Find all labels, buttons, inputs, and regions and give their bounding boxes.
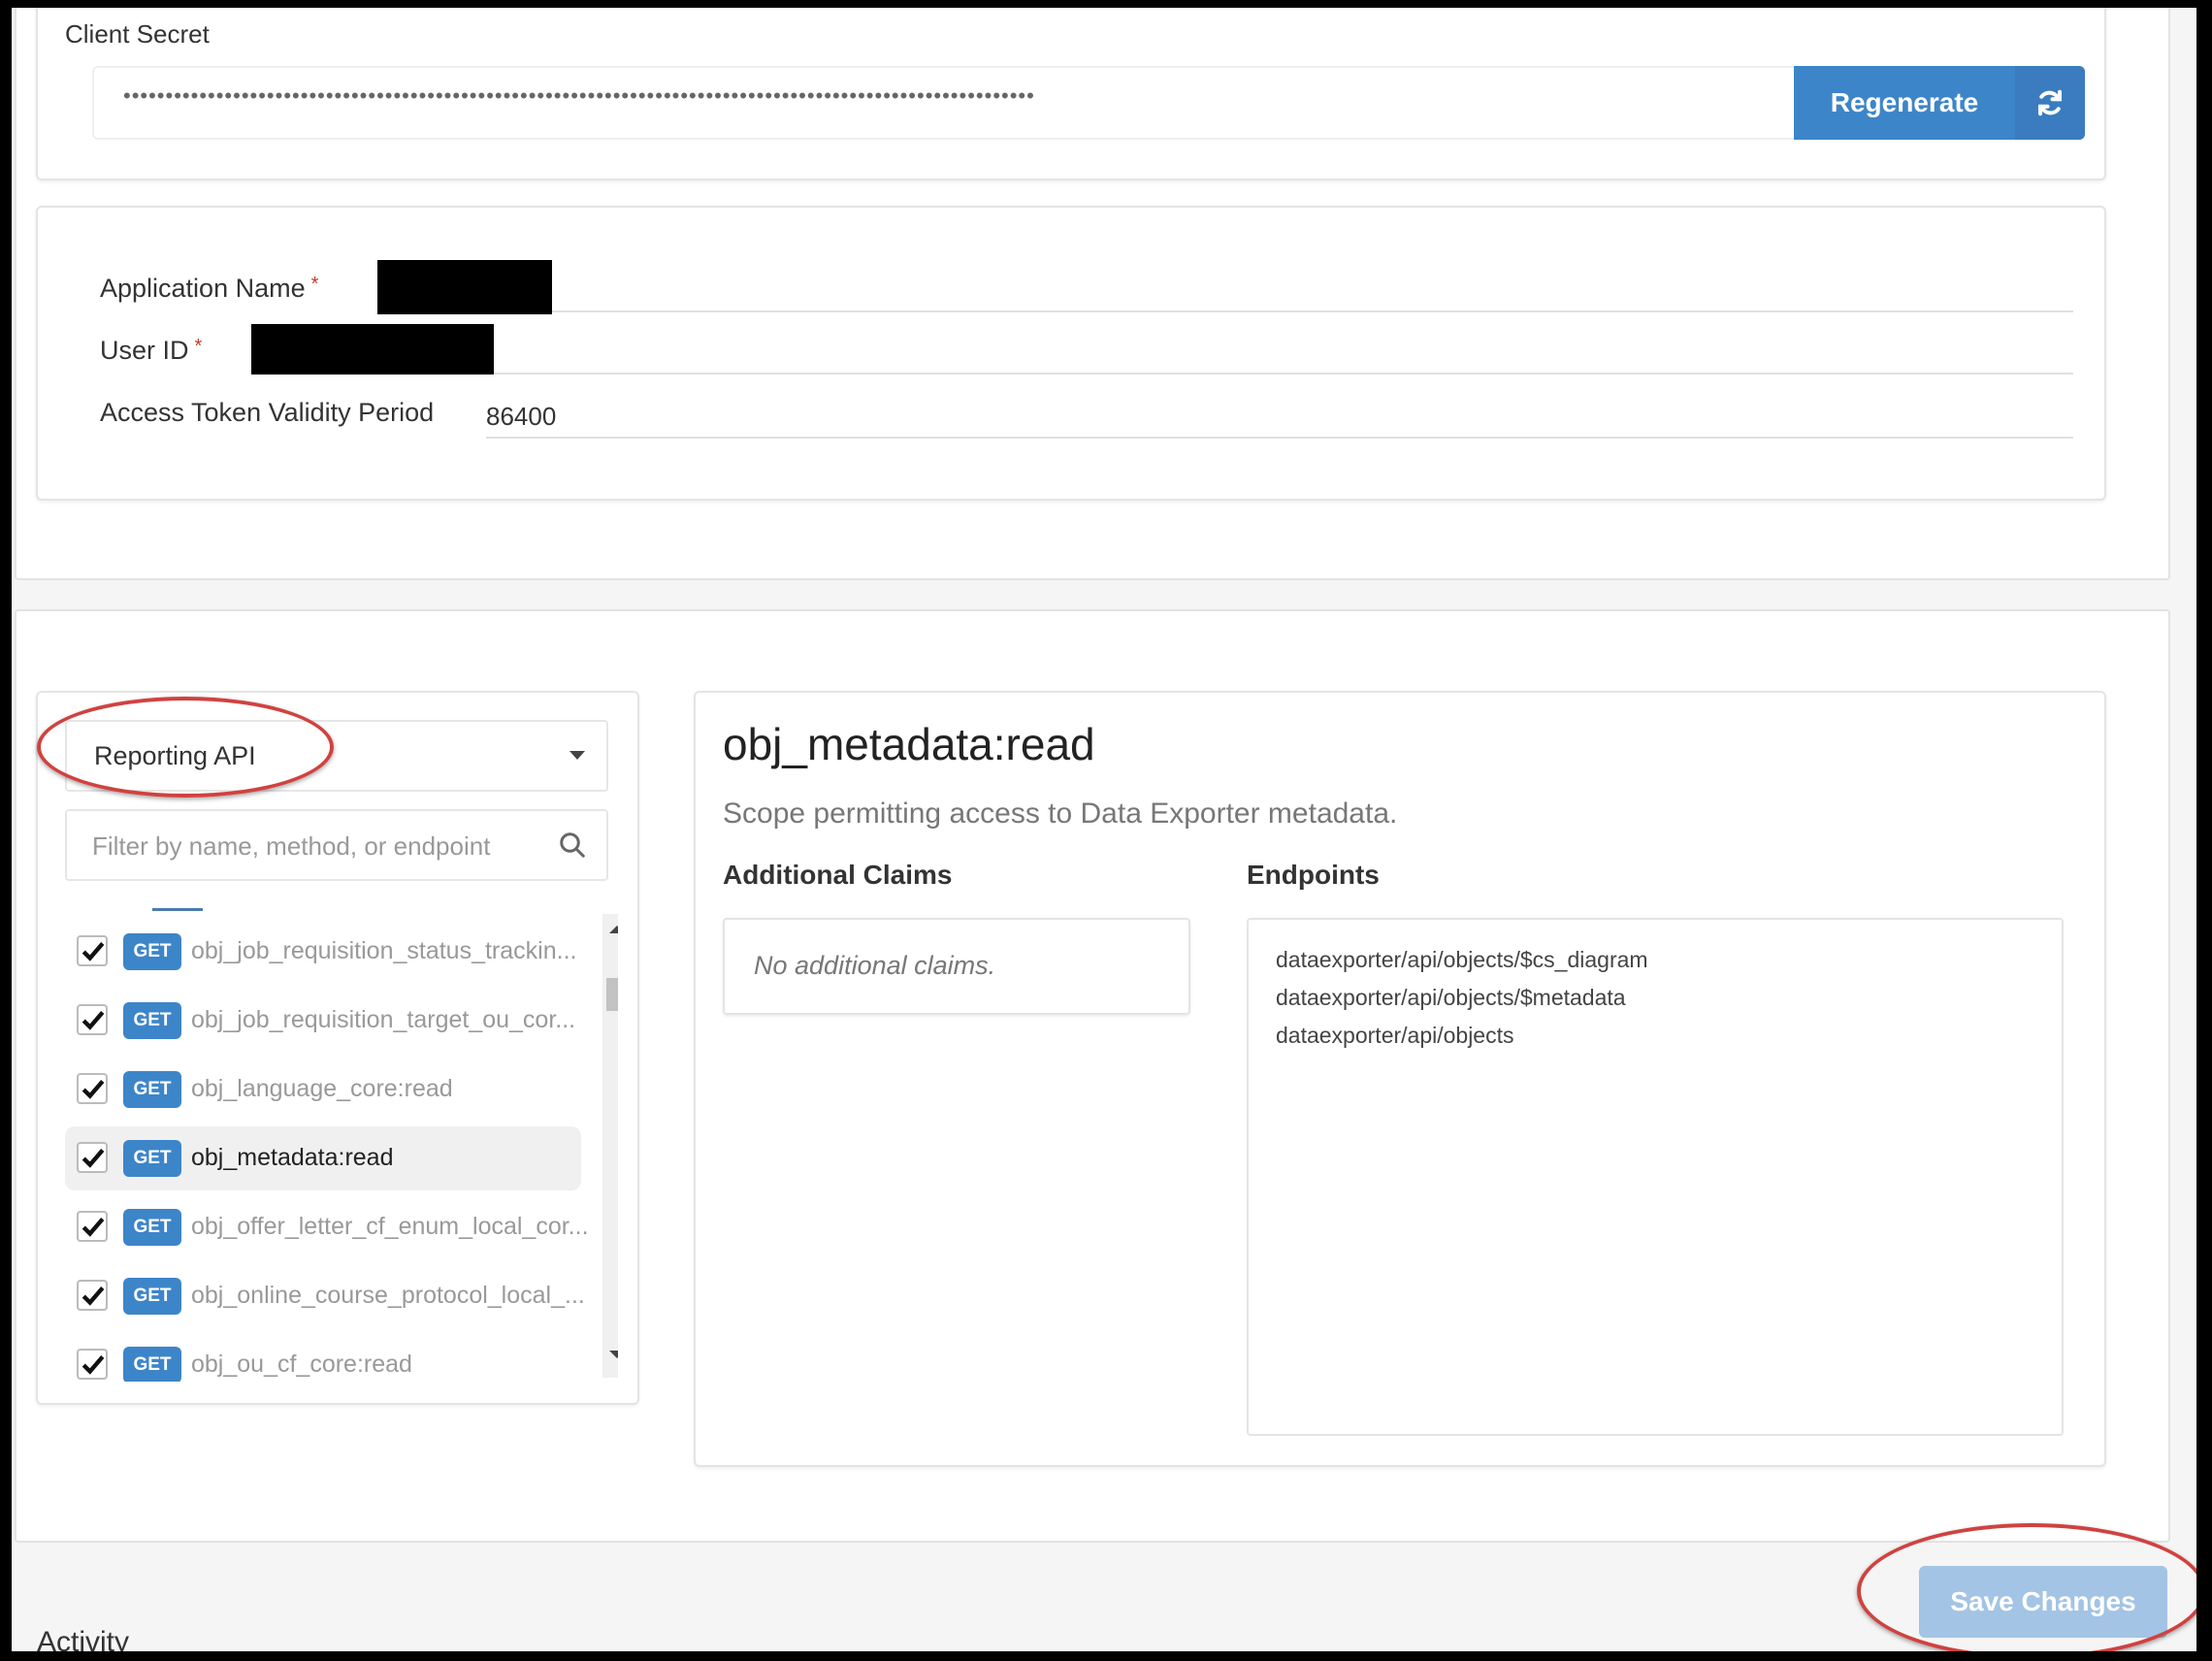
- scope-description: Scope permitting access to Data Exporter…: [723, 798, 1398, 830]
- client-secret-card: Client Secret ••••••••••••••••••••••••••…: [36, 8, 2106, 180]
- access-token-field[interactable]: [486, 437, 2073, 439]
- required-marker: *: [310, 274, 319, 295]
- checkmark-icon: [81, 1286, 105, 1306]
- method-badge: GET: [123, 1071, 181, 1108]
- claims-box: No additional claims.: [723, 918, 1190, 1015]
- application-name-field[interactable]: [552, 310, 2073, 312]
- scope-name: obj_metadata:read: [191, 1144, 394, 1171]
- checkmark-icon: [81, 1080, 105, 1099]
- scope-list-item[interactable]: GET obj_online_course_protocol_local_...: [65, 1264, 585, 1328]
- scope-checkbox[interactable]: [77, 1142, 108, 1173]
- application-name-redacted: [377, 260, 552, 314]
- scope-title: obj_metadata:read: [723, 719, 1095, 769]
- method-badge: GET: [123, 1278, 181, 1315]
- scope-checkbox[interactable]: [77, 1073, 108, 1104]
- scope-list-item[interactable]: GET obj_ou_cf_core:read: [65, 1333, 581, 1382]
- scope-checkbox[interactable]: [77, 1211, 108, 1242]
- regenerate-label: Regenerate: [1830, 87, 1979, 117]
- scope-list-item[interactable]: GET obj_language_core:read: [65, 1058, 581, 1122]
- client-secret-value: ••••••••••••••••••••••••••••••••••••••••…: [123, 83, 1035, 108]
- api-select-value: Reporting API: [94, 741, 256, 770]
- save-changes-button[interactable]: Save Changes: [1919, 1566, 2167, 1638]
- user-id-field[interactable]: [494, 373, 2073, 375]
- scope-name: obj_job_requisition_status_trackin...: [191, 937, 577, 964]
- checkmark-icon: [81, 1218, 105, 1237]
- scope-list: GET obj_job_requisition_status_trackin...…: [65, 906, 618, 1382]
- scroll-up-icon[interactable]: [609, 926, 618, 933]
- method-badge: GET: [123, 1209, 181, 1246]
- refresh-icon: [2015, 66, 2085, 140]
- checkmark-icon: [81, 1011, 105, 1030]
- application-name-text: Application Name: [100, 274, 306, 303]
- app-settings-panel: Client Secret ••••••••••••••••••••••••••…: [15, 8, 2170, 580]
- search-icon: [560, 832, 585, 858]
- endpoint-item: dataexporter/api/objects: [1276, 1023, 1514, 1048]
- scope-name: obj_ou_cf_core:read: [191, 1351, 412, 1378]
- checkmark-icon: [81, 1355, 105, 1375]
- scrollbar-thumb[interactable]: [606, 978, 618, 1011]
- scope-name: obj_offer_letter_cf_enum_local_cor...: [191, 1213, 589, 1240]
- required-marker: *: [194, 336, 203, 357]
- app-details-card: Application Name * User ID * Access Token …: [36, 206, 2106, 501]
- endpoints-box: dataexporter/api/objects/$cs_diagram dat…: [1247, 918, 2064, 1436]
- scope-checkbox[interactable]: [77, 1280, 108, 1311]
- user-id-text: User ID: [100, 336, 189, 365]
- page-frame: Client Secret ••••••••••••••••••••••••••…: [12, 8, 2196, 1651]
- scroll-down-icon[interactable]: [609, 1351, 618, 1358]
- method-badge: GET: [123, 1347, 181, 1382]
- regenerate-button[interactable]: Regenerate: [1794, 66, 2085, 140]
- scope-list-item[interactable]: GET obj_metadata:read: [65, 1126, 581, 1190]
- endpoints-heading: Endpoints: [1247, 860, 1380, 890]
- scope-list-item[interactable]: GET obj_offer_letter_cf_enum_local_cor...: [65, 1195, 589, 1259]
- scope-filter[interactable]: [65, 809, 608, 881]
- scope-name: obj_language_core:read: [191, 1075, 453, 1102]
- method-badge: GET: [123, 1002, 181, 1039]
- api-select[interactable]: Reporting API: [65, 720, 608, 792]
- checkmark-icon: [81, 1149, 105, 1168]
- endpoint-item: dataexporter/api/objects/$metadata: [1276, 985, 1626, 1010]
- scope-name: obj_job_requisition_target_ou_cor...: [191, 1006, 576, 1033]
- scope-list-item[interactable]: GET obj_job_requisition_status_trackin...: [65, 920, 581, 984]
- chevron-down-icon: [569, 751, 585, 760]
- scope-name: obj_online_course_protocol_local_...: [191, 1282, 585, 1309]
- method-badge: GET: [123, 1140, 181, 1177]
- scope-checkbox[interactable]: [77, 1349, 108, 1380]
- method-badge: GET: [123, 933, 181, 970]
- scope-list-item[interactable]: GET obj_job_requisition_target_ou_cor...: [65, 989, 581, 1053]
- scopes-panel: Reporting API GET obj_job_requisition_sta…: [15, 609, 2170, 1543]
- scope-list-card: Reporting API GET obj_job_requisition_sta…: [36, 691, 639, 1405]
- activity-heading: Activity: [37, 1626, 130, 1651]
- scope-checkbox[interactable]: [77, 1004, 108, 1035]
- user-id-label: User ID *: [100, 336, 202, 366]
- scope-filter-input[interactable]: [92, 823, 548, 869]
- access-token-value[interactable]: 86400: [486, 402, 556, 432]
- list-item-partial: [152, 908, 203, 911]
- scope-list-scrollbar[interactable]: [602, 914, 618, 1378]
- claims-heading: Additional Claims: [723, 860, 953, 890]
- endpoint-item: dataexporter/api/objects/$cs_diagram: [1276, 947, 1648, 972]
- scope-checkbox[interactable]: [77, 935, 108, 966]
- access-token-label: Access Token Validity Period: [100, 398, 435, 427]
- scope-detail-card: obj_metadata:read Scope permitting acces…: [694, 691, 2106, 1467]
- application-name-label: Application Name *: [100, 274, 318, 304]
- user-id-redacted: [251, 324, 494, 375]
- client-secret-label: Client Secret: [65, 19, 210, 49]
- client-secret-field[interactable]: ••••••••••••••••••••••••••••••••••••••••…: [92, 66, 1796, 140]
- checkmark-icon: [81, 942, 105, 961]
- claims-empty-text: No additional claims.: [754, 951, 996, 980]
